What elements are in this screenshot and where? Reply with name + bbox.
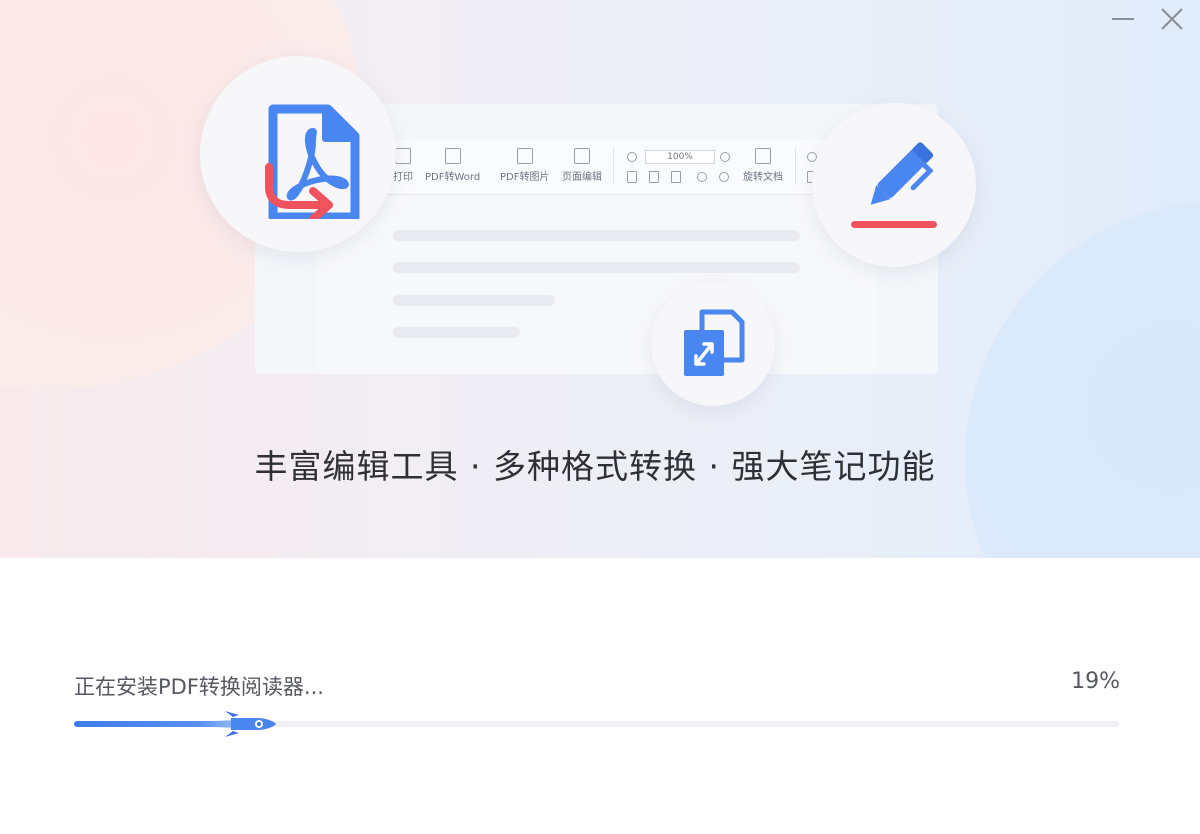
install-status-text: 正在安装PDF转换阅读器...	[74, 675, 324, 699]
mock-toolbar: 打印 PDF转Word PDF转图片 页面编辑 100% 旋转文档	[385, 140, 835, 195]
mock-toolbar-label: 打印	[393, 172, 413, 183]
placeholder-line	[393, 295, 555, 306]
pen-annotate-icon	[851, 142, 937, 228]
zoom-in-icon	[720, 152, 730, 162]
mock-toolbar-label: PDF转Word	[425, 172, 481, 183]
mock-toolbar-label: PDF转图片	[500, 172, 550, 183]
mock-zoom-box: 100%	[645, 150, 715, 164]
feature-convert-circle	[651, 282, 775, 406]
mock-pdf-to-word-item: PDF转Word	[425, 148, 480, 183]
image-icon	[516, 148, 533, 164]
feature-pen-circle	[812, 103, 976, 267]
mock-toolbar-divider	[613, 148, 614, 184]
minimize-button[interactable]	[1109, 6, 1137, 32]
word-icon	[444, 148, 461, 164]
rocket-progress-icon	[198, 711, 276, 737]
mock-document-page	[317, 195, 877, 374]
mock-toolbar-label: 旋转文档	[743, 172, 783, 183]
mock-pdf-to-image-item: PDF转图片	[500, 148, 549, 183]
mock-toolbar-divider	[795, 148, 796, 184]
pdf-convert-icon	[265, 104, 360, 219]
format-convert-icon	[684, 309, 745, 376]
close-icon	[1161, 8, 1183, 30]
rotate-left-icon	[697, 172, 707, 182]
feature-tagline: 丰富编辑工具 · 多种格式转换 · 强大笔记功能	[254, 447, 936, 486]
fit-page-icon	[649, 171, 659, 183]
mock-rotate-item: 旋转文档	[743, 148, 783, 183]
mock-toolbar-label: 页面编辑	[562, 172, 602, 183]
placeholder-line	[393, 262, 800, 273]
hero-banner: 打印 PDF转Word PDF转图片 页面编辑 100% 旋转文档 丰富编辑工具…	[0, 0, 1200, 558]
minimize-icon	[1112, 18, 1134, 20]
decor-blob-right	[965, 200, 1200, 558]
mock-page-edit-item: 页面编辑	[562, 148, 602, 183]
mock-print-item: 打印	[393, 148, 413, 183]
placeholder-line	[393, 327, 520, 338]
print-icon	[395, 148, 411, 164]
rotate-doc-icon	[755, 148, 771, 164]
page-icon	[627, 171, 637, 183]
feature-pdf-circle	[200, 56, 396, 252]
install-percent: 19%	[1071, 669, 1120, 694]
close-button[interactable]	[1158, 6, 1186, 32]
zoom-out-icon	[627, 152, 637, 162]
placeholder-line	[393, 230, 800, 241]
rotate-right-icon	[719, 172, 729, 182]
page-grid-icon	[574, 148, 590, 164]
fit-width-icon	[671, 171, 681, 183]
